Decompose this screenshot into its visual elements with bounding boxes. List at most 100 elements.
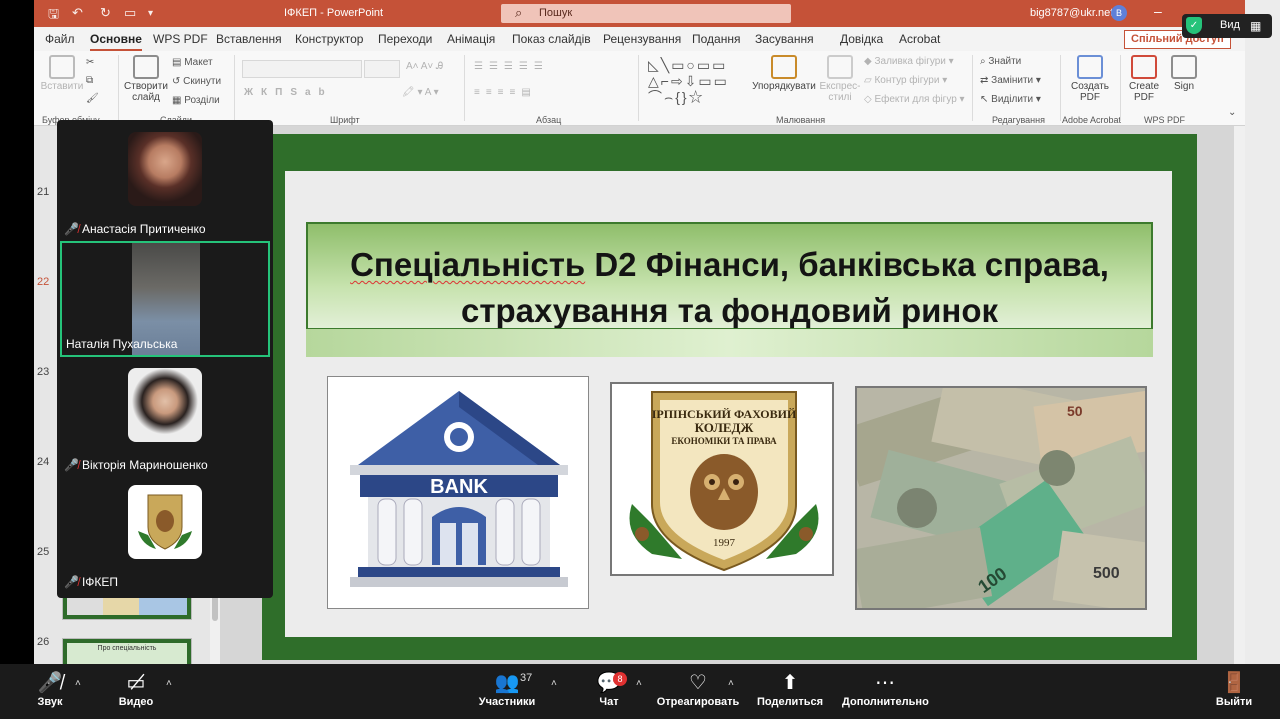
share-screen-icon: ⬆ bbox=[781, 672, 799, 694]
font-format-row[interactable]: ЖКПSab bbox=[244, 87, 333, 98]
share-label: Поделиться bbox=[756, 696, 824, 708]
react-button[interactable]: ♡ Отреагировать bbox=[656, 670, 740, 708]
participant-photo bbox=[128, 132, 202, 206]
tab-transitions[interactable]: Переходи bbox=[378, 32, 432, 46]
participant-tile[interactable]: 🎤̸ ІФКЕП bbox=[60, 477, 270, 593]
react-options-caret[interactable]: ˄ bbox=[728, 678, 734, 689]
account-email[interactable]: big8787@ukr.net bbox=[1030, 7, 1113, 19]
new-slide-button[interactable]: Створити слайд bbox=[122, 55, 170, 103]
participant-tile[interactable]: 🎤̸ Анастасія Притиченко bbox=[60, 124, 270, 240]
sign-button[interactable]: Sign bbox=[1166, 55, 1202, 92]
chat-unread-badge: 8 bbox=[613, 672, 627, 686]
bank-label: BANK bbox=[430, 476, 488, 498]
view-button[interactable]: ✓ Вид ▦ bbox=[1182, 14, 1272, 38]
font-color-icons[interactable]: 🖍 ▾ A ▾ bbox=[402, 87, 439, 98]
screen-edge bbox=[1245, 0, 1280, 664]
college-name-line3: ЕКОНОМІКИ ТА ПРАВА bbox=[671, 436, 777, 446]
create-pdf-wps-button[interactable]: Create PDF bbox=[1122, 55, 1166, 103]
cut-icon[interactable]: ✂ bbox=[86, 57, 94, 68]
font-size-controls[interactable]: A˄ A˅ Ꭿ bbox=[406, 61, 443, 72]
slide-title-line1: D2 Фінанси, банківська справа, bbox=[585, 246, 1109, 283]
tab-help[interactable]: Довідка bbox=[840, 32, 883, 46]
redo-icon[interactable]: ↻ bbox=[100, 5, 111, 21]
banknote-label: 500 bbox=[1093, 565, 1120, 582]
audio-options-caret[interactable]: ˄ bbox=[75, 678, 81, 689]
participants-options-caret[interactable]: ˄ bbox=[551, 678, 557, 689]
account-avatar[interactable]: B bbox=[1111, 5, 1127, 21]
adobe-group-label: Adobe Acrobat bbox=[1062, 115, 1122, 125]
undo-icon[interactable]: ↶ bbox=[72, 5, 83, 21]
tab-insert[interactable]: Вставлення bbox=[216, 32, 282, 46]
select-button[interactable]: ↖ Виділити ▾ bbox=[980, 94, 1041, 105]
slide-number: 21 bbox=[37, 186, 50, 198]
layout-button[interactable]: ▤ Макет bbox=[172, 57, 213, 68]
collapse-ribbon-icon[interactable]: ⌄ bbox=[1228, 107, 1236, 118]
slide-scrollbar[interactable] bbox=[1234, 126, 1245, 664]
leave-button[interactable]: 🚪 Выйти bbox=[1214, 670, 1254, 708]
font-name-combo[interactable] bbox=[242, 60, 362, 78]
slide-number: 22 bbox=[37, 276, 50, 288]
save-icon[interactable]: 🖫 bbox=[48, 5, 59, 27]
paste-button[interactable]: Вставити bbox=[38, 55, 86, 92]
participant-name: Наталія Пухальська bbox=[66, 337, 178, 351]
arrange-button[interactable]: Упорядкувати bbox=[752, 55, 816, 92]
format-painter-icon[interactable]: 🖌 bbox=[86, 93, 99, 104]
college-emblem-image[interactable]: ІРПІНСЬКИЙ ФАХОВИЙ КОЛЕДЖ ЕКОНОМІКИ ТА П… bbox=[610, 382, 834, 576]
tab-file[interactable]: Файл bbox=[45, 32, 75, 46]
tab-view[interactable]: Подання bbox=[692, 32, 740, 46]
tab-design[interactable]: Конструктор bbox=[295, 32, 363, 46]
bank-image[interactable]: BANK bbox=[327, 376, 589, 609]
quick-styles-button[interactable]: Експрес-стилі bbox=[818, 55, 862, 103]
shapes-gallery[interactable]: ◺╲▭○▭▭ △⌐⇨⇩▭▭ ⌒⌢{}☆ bbox=[648, 57, 751, 107]
meeting-toolbar: 🎤̸ Звук ˄ ▭̸ Видео ˄ 👥 Участники 37 ˄ 💬 … bbox=[0, 664, 1280, 719]
audio-button[interactable]: 🎤̸ Звук bbox=[30, 670, 70, 708]
react-label: Отреагировать bbox=[656, 696, 740, 708]
tab-slideshow[interactable]: Показ слайдів bbox=[512, 32, 591, 46]
encryption-shield-icon: ✓ bbox=[1186, 17, 1202, 34]
slide-title-box[interactable]: Спеціальність D2 Фінанси, банківська спр… bbox=[306, 222, 1153, 330]
shape-fill-button[interactable]: ◆ Заливка фігури ▾ bbox=[864, 56, 954, 67]
tab-home[interactable]: Основне bbox=[90, 32, 142, 52]
align-icons[interactable]: ≡≡≡≡▤ bbox=[474, 87, 537, 98]
chat-options-caret[interactable]: ˄ bbox=[636, 678, 642, 689]
video-button[interactable]: ▭̸ Видео bbox=[114, 670, 158, 708]
tab-review[interactable]: Рецензування bbox=[603, 32, 681, 46]
muted-mic-icon: 🎤̸ bbox=[64, 575, 79, 589]
font-group-label: Шрифт bbox=[330, 115, 360, 125]
video-off-icon: ▭̸ bbox=[126, 672, 146, 694]
video-options-caret[interactable]: ˄ bbox=[166, 678, 172, 689]
tab-acrobat[interactable]: Acrobat bbox=[899, 32, 940, 46]
find-button[interactable]: ⌕ Знайти bbox=[980, 56, 1021, 67]
more-button[interactable]: ⋯ Дополнительно bbox=[842, 670, 929, 708]
replace-button[interactable]: ⇄ Замінити ▾ bbox=[980, 75, 1041, 86]
participant-tile[interactable]: 🎤̸ Вікторія Мариношенко bbox=[60, 360, 270, 476]
participant-tile-active-speaker[interactable]: Наталія Пухальська bbox=[60, 241, 270, 357]
college-emblem: ІРПІНСЬКИЙ ФАХОВИЙ КОЛЕДЖ ЕКОНОМІКИ ТА П… bbox=[629, 391, 819, 572]
sections-button[interactable]: ▦ Розділи bbox=[172, 95, 220, 106]
reset-button[interactable]: ↺ Скинути bbox=[172, 76, 221, 87]
font-size-combo[interactable] bbox=[364, 60, 400, 78]
list-icons[interactable]: ☰☰☰☰☰ bbox=[474, 61, 549, 72]
minimize-icon[interactable]: – bbox=[1154, 3, 1162, 19]
tab-recording[interactable]: Засування bbox=[755, 32, 814, 46]
search-input[interactable]: ⌕ Пошук bbox=[501, 4, 791, 23]
muted-mic-icon: 🎤̸ bbox=[37, 672, 63, 694]
copy-icon[interactable]: ⧉ bbox=[86, 75, 93, 86]
title-reflection bbox=[306, 329, 1153, 357]
tab-animation[interactable]: Анімація bbox=[447, 32, 495, 46]
editing-group-label: Редагування bbox=[992, 115, 1045, 125]
shape-effects-button[interactable]: ◇ Ефекти для фігур ▾ bbox=[864, 94, 965, 105]
tab-wps-pdf[interactable]: WPS PDF bbox=[153, 32, 208, 46]
bank-illustration: BANK bbox=[350, 391, 568, 587]
slide-thumbnail-26[interactable]: Про спеціальність bbox=[62, 638, 192, 664]
create-pdf-acrobat-button[interactable]: Создать PDF bbox=[1064, 55, 1116, 103]
share-screen-button[interactable]: ⬆ Поделиться bbox=[756, 670, 824, 708]
money-banknotes-image[interactable]: 50 100 500 bbox=[855, 386, 1147, 610]
ribbon-separator bbox=[972, 55, 973, 121]
present-icon[interactable]: ▭ bbox=[124, 5, 136, 21]
slide-canvas[interactable]: Спеціальність D2 Фінанси, банківська спр… bbox=[262, 134, 1197, 660]
shape-outline-button[interactable]: ▱ Контур фігури ▾ bbox=[864, 75, 947, 86]
college-year: 1997 bbox=[713, 537, 736, 549]
video-label: Видео bbox=[118, 696, 154, 708]
customize-qat-icon[interactable]: ▾ bbox=[148, 8, 153, 19]
